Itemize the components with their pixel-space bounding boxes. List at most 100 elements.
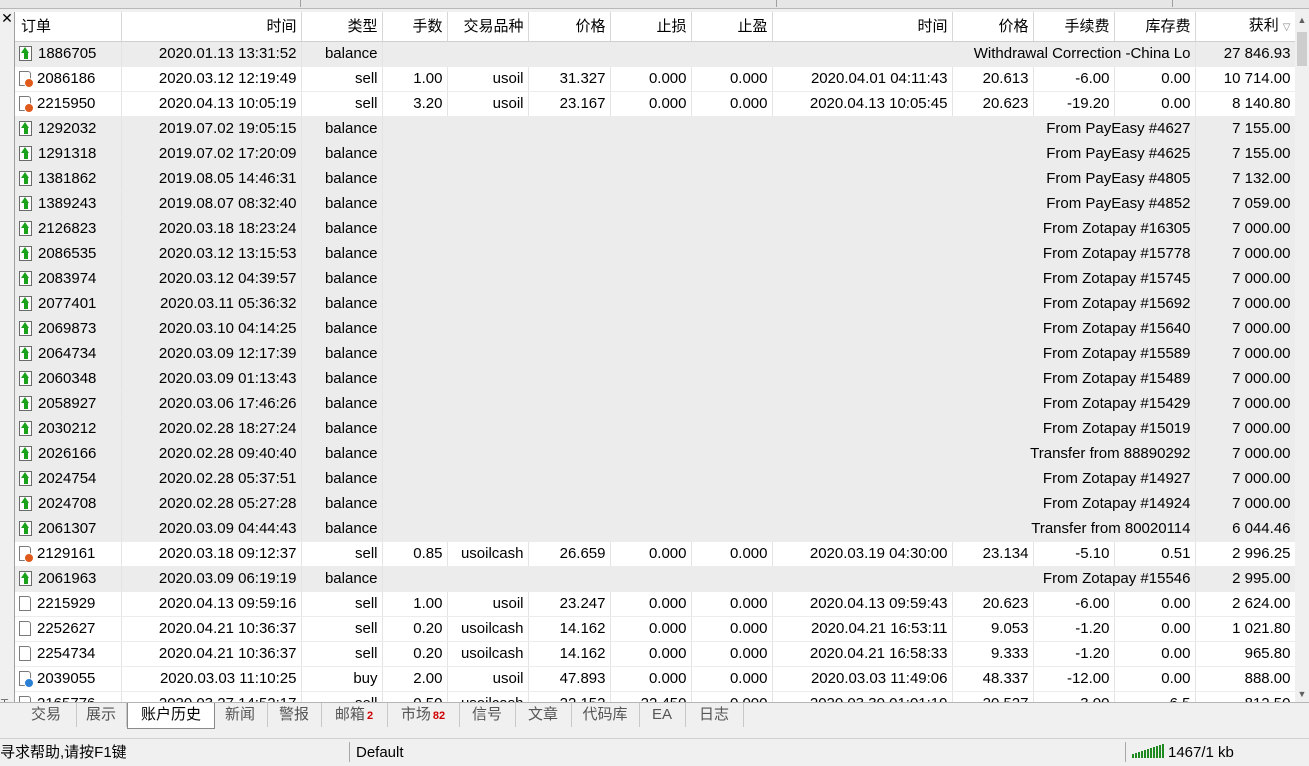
- tab-10[interactable]: EA: [639, 703, 686, 727]
- order-cell: 1886705: [15, 41, 122, 67]
- comment-cell: Withdrawal Correction -China Lo: [382, 41, 1196, 67]
- swap-cell: 0.51: [1114, 541, 1196, 567]
- type-cell: balance: [301, 191, 383, 217]
- open-time-cell: 2019.08.07 08:32:40: [121, 191, 302, 217]
- top-panel-edge: [0, 0, 1309, 9]
- table-row[interactable]: 2077401 2020.03.11 05:36:32 balance From Zo…: [15, 291, 1295, 317]
- table-row[interactable]: 2024708 2020.02.28 05:27:28 balance From Zo…: [15, 491, 1295, 517]
- column-header[interactable]: 订单: [15, 12, 122, 42]
- account-history-grid[interactable]: 订单 时间 类型 手数 交易品种 价格 止损 止盈 时间 价格 手续费 库存费 获利 ▽ 1886705 2…: [15, 12, 1295, 702]
- status-profile[interactable]: Default: [356, 739, 404, 764]
- scroll-up-icon[interactable]: ▲: [1295, 12, 1309, 28]
- column-header[interactable]: 库存费: [1114, 12, 1196, 42]
- scroll-down-icon[interactable]: ▼: [1295, 686, 1309, 702]
- table-row[interactable]: 2215929 2020.04.13 09:59:16 sell 1.00 usoil 2…: [15, 591, 1295, 617]
- symbol-cell: usoil: [447, 666, 529, 692]
- table-row[interactable]: 2126823 2020.03.18 18:23:24 balance From Zo…: [15, 216, 1295, 242]
- type-cell: sell: [301, 591, 383, 617]
- tab-8[interactable]: 文章: [515, 703, 572, 727]
- close-time-cell: 2020.04.13 09:59:43: [772, 591, 953, 617]
- sell-order-icon: [19, 596, 31, 611]
- table-row[interactable]: 1389243 2019.08.07 08:32:40 balance From Pa…: [15, 191, 1295, 217]
- column-header-row: 订单 时间 类型 手数 交易品种 价格 止损 止盈 时间 价格 手续费 库存费 获利 ▽: [15, 12, 1295, 42]
- commission-cell: -12.00: [1033, 666, 1115, 692]
- tab-badge: 82: [432, 710, 446, 722]
- tab-label: 警报: [278, 706, 309, 723]
- table-row[interactable]: 2058927 2020.03.06 17:46:26 balance From Zo…: [15, 391, 1295, 417]
- comment-cell: From Zotapay #15778: [382, 241, 1196, 267]
- tab-5[interactable]: 邮箱 2: [321, 703, 388, 727]
- sell-order-icon: [19, 621, 31, 636]
- table-row[interactable]: 2026166 2020.02.28 09:40:40 balance Transfe…: [15, 441, 1295, 467]
- balance-arrow-icon: [19, 221, 32, 236]
- column-header[interactable]: 止损: [610, 12, 692, 42]
- type-cell: balance: [301, 341, 383, 367]
- column-header[interactable]: 类型: [301, 12, 383, 42]
- table-row[interactable]: 2086535 2020.03.12 13:15:53 balance From Zo…: [15, 241, 1295, 267]
- open-time-cell: 2020.03.06 17:46:26: [121, 391, 302, 417]
- tab-6[interactable]: 市场 82: [387, 703, 460, 727]
- tp-cell: 0.000: [691, 591, 773, 617]
- open-time-cell: 2020.03.18 18:23:24: [121, 216, 302, 242]
- table-row[interactable]: 1292032 2019.07.02 19:05:15 balance From Pa…: [15, 116, 1295, 142]
- type-cell: balance: [301, 366, 383, 392]
- table-row[interactable]: 2086186 2020.03.12 12:19:49 sell 1.00 usoil 3…: [15, 66, 1295, 92]
- tab-4[interactable]: 警报: [267, 703, 322, 727]
- tab-3[interactable]: 新闻: [213, 703, 268, 727]
- order-cell: 2060348: [15, 366, 122, 392]
- column-header[interactable]: 手数: [382, 12, 448, 42]
- open-time-cell: 2020.04.21 10:36:37: [121, 616, 302, 642]
- table-row[interactable]: 2061963 2020.03.09 06:19:19 balance From Zo…: [15, 566, 1295, 592]
- order-cell: 2024754: [15, 466, 122, 492]
- type-cell: balance: [301, 316, 383, 342]
- table-row[interactable]: 2030212 2020.02.28 18:27:24 balance From Zo…: [15, 416, 1295, 442]
- column-header[interactable]: 价格: [528, 12, 611, 42]
- column-header[interactable]: 价格: [952, 12, 1034, 42]
- tab-label: 交易: [30, 706, 61, 723]
- column-header[interactable]: 时间: [772, 12, 953, 42]
- table-row[interactable]: 2254734 2020.04.21 10:36:37 sell 0.20 usoilc…: [15, 641, 1295, 667]
- scroll-thumb[interactable]: [1297, 32, 1307, 66]
- vertical-scrollbar[interactable]: ▲ ▼: [1295, 12, 1309, 702]
- column-header[interactable]: 手续费: [1033, 12, 1115, 42]
- table-row[interactable]: 1381862 2019.08.05 14:46:31 balance From Pa…: [15, 166, 1295, 192]
- table-row[interactable]: 1291318 2019.07.02 17:20:09 balance From Pa…: [15, 141, 1295, 167]
- table-row[interactable]: 1886705 2020.01.13 13:31:52 balance Withdra…: [15, 41, 1295, 67]
- type-cell: buy: [301, 666, 383, 692]
- tab-9[interactable]: 代码库: [571, 703, 640, 727]
- tab-2[interactable]: 账户历史: [127, 703, 215, 729]
- balance-arrow-icon: [19, 296, 32, 311]
- table-row[interactable]: 2165776 2020.03.27 14:52:17sell0.50usoilc…: [15, 691, 1295, 702]
- column-header[interactable]: 获利 ▽: [1195, 12, 1295, 42]
- table-row[interactable]: 2215950 2020.04.13 10:05:19 sell 3.20 usoil 2…: [15, 91, 1295, 117]
- table-row[interactable]: 2039055 2020.03.03 11:10:25 buy 2.00 usoil 47…: [15, 666, 1295, 692]
- close-price-cell: 20.623: [952, 591, 1034, 617]
- comment-cell: From Zotapay #16305: [382, 216, 1196, 242]
- balance-arrow-icon: [19, 246, 32, 261]
- balance-arrow-icon: [19, 571, 32, 586]
- commission-cell: -5.10: [1033, 541, 1115, 567]
- tab-7[interactable]: 信号: [459, 703, 516, 727]
- tab-0[interactable]: 交易: [16, 703, 77, 727]
- table-row[interactable]: 2060348 2020.03.09 01:13:43 balance From Zo…: [15, 366, 1295, 392]
- tab-label: 账户历史: [140, 706, 201, 723]
- balance-arrow-icon: [19, 496, 32, 511]
- table-row[interactable]: 2064734 2020.03.09 12:17:39 balance From Zo…: [15, 341, 1295, 367]
- tab-1[interactable]: 展示: [76, 703, 127, 727]
- close-panel-icon[interactable]: ✕: [0, 10, 14, 26]
- column-header[interactable]: 止盈: [691, 12, 773, 42]
- open-time-cell: 2020.03.09 12:17:39: [121, 341, 302, 367]
- column-header[interactable]: 交易品种: [447, 12, 529, 42]
- table-row[interactable]: 2083974 2020.03.12 04:39:57 balance From Zo…: [15, 266, 1295, 292]
- profit-cell: 2 624.00: [1195, 591, 1295, 617]
- column-header[interactable]: 时间: [121, 12, 302, 42]
- table-row[interactable]: 2129161 2020.03.18 09:12:37 sell 0.85 usoilc…: [15, 541, 1295, 567]
- tab-11[interactable]: 日志: [685, 703, 744, 727]
- table-row[interactable]: 2024754 2020.02.28 05:37:51 balance From Zo…: [15, 466, 1295, 492]
- table-row[interactable]: 2252627 2020.04.21 10:36:37 sell 0.20 usoilc…: [15, 616, 1295, 642]
- order-cell: 2024708: [15, 491, 122, 517]
- symbol-cell: usoil: [447, 66, 529, 92]
- table-row[interactable]: 2061307 2020.03.09 04:44:43 balance Transfe…: [15, 516, 1295, 542]
- table-row[interactable]: 2069873 2020.03.10 04:14:25 balance From Zo…: [15, 316, 1295, 342]
- status-bar: 寻求帮助,请按F1键 Default 1467/1 kb: [0, 738, 1309, 764]
